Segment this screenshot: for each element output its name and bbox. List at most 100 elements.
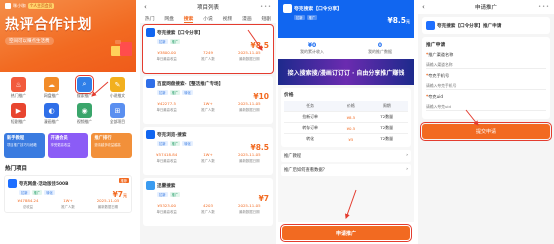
tab-0[interactable]: 热门 (145, 15, 155, 22)
stat: ¥5323.00 单日最高收益 (156, 203, 177, 214)
shortcut-label: 搜索推广 (76, 93, 93, 98)
back-icon[interactable]: ‹ (422, 3, 425, 11)
project-icon (146, 130, 155, 139)
apply-screen: ‹ 申请推广 ••• 夸克搜索【口令分享】推广申请 推广申请 *推广渠道名称 *夸克… (418, 0, 554, 244)
tab-2[interactable]: 搜索 (183, 15, 194, 23)
price-table: 价格 任务 价格 周期 拉新订单 ¥8.5 T2数量 转存订单 ¥0.5 T2数量 转化 ¥5… (281, 88, 411, 147)
more-icon[interactable]: ••• (260, 4, 272, 10)
tag: 转化 (182, 141, 193, 146)
project-item[interactable]: 迅雷搜索 拉新 推广 ¥7 ¥5323.00 单日最高收益 4203 推广人数 2025-11-… (143, 178, 273, 226)
tag: 转化 (44, 190, 55, 195)
hero-subtitle: 空间可以赚点生活费 (5, 37, 54, 45)
logo-icon (5, 3, 11, 9)
price-table-title: 价格 (284, 93, 294, 98)
shortcut-4[interactable]: ▶ 短剧推广 (2, 103, 35, 125)
tag: 拉新 (19, 190, 30, 195)
tag: 拉新 (157, 141, 168, 146)
shortcut-label: 小说推文 (109, 93, 126, 98)
project-icon (283, 4, 292, 13)
feature-card[interactable]: 开通会员 享受更高收益 (47, 133, 89, 158)
more-icon[interactable]: ••• (538, 4, 550, 10)
member-badge[interactable]: 个人主页会员 (27, 3, 55, 9)
faq-row[interactable]: 推广后如何查看数据？ › (281, 164, 411, 176)
shortcut-6[interactable]: ◉ 视频推广 (68, 103, 101, 125)
card-title: 新手教程 (7, 136, 25, 141)
project-list-screen: ‹ 项目列表 ••• 热门 网盘 搜索 小说 视频 漫画 短剧 夸克搜索【口令分享】 拉新 推广 ¥8… (140, 0, 276, 244)
brand-name: 咪小咖 (13, 3, 26, 8)
project-item[interactable]: 夸克浏览-搜索 拉新 推广 转化 ¥8.5 ¥57418.84 单日最高收益 1W+ 推广人数 2… (143, 127, 273, 175)
stat: ¥3800.00 单日最高收益 (156, 50, 177, 61)
my-data[interactable]: 0 我的推广数据 (346, 42, 414, 55)
project-name: 迅雷搜索 (157, 183, 176, 189)
shortcut-3[interactable]: ✎ 小说推文 (101, 77, 134, 99)
my-income: ¥0 我的累计收入 (300, 42, 324, 54)
uid-input[interactable] (426, 102, 546, 111)
project-icon (8, 179, 17, 188)
project-item[interactable]: 百度网盘搜索-【整活推广专场】 拉新 推广 转化 ¥10 ¥42277.5 单日最高收益 1W… (143, 76, 273, 124)
card-subtitle: 邀请越多收益越高 (94, 143, 121, 147)
shortcut-label: 全部项目 (109, 119, 126, 124)
shortcut-icon: ♨ (11, 77, 26, 92)
stat: 7249 推广人数 (201, 50, 215, 61)
card-title: 开通会员 (50, 136, 68, 141)
tag: 拉新 (294, 15, 305, 20)
detail-header: 夸克搜索【口令分享】 拉新 推广 ¥8.5元 (278, 0, 414, 38)
project-price: ¥7 (258, 194, 269, 203)
tag: 推广 (306, 15, 318, 20)
table-row: 拉新订单 ¥8.5 T2数量 (284, 111, 408, 123)
tutorial-row[interactable]: 推广教程 › (281, 150, 411, 162)
tab-1[interactable]: 网盘 (164, 15, 174, 22)
apply-button[interactable]: 申请推广 (280, 224, 412, 242)
stat: 2025-11-05 最新数据日期 (238, 152, 261, 163)
project-price: ¥8.5 (250, 41, 269, 50)
project-price: ¥8.5元 (387, 16, 410, 25)
home-screen: 咪小咖 个人主页会员 热评合作计划 空间可以赚点生活费 ♨ 热门推广 ☁ 网盘推广 ⌕ 搜索… (0, 0, 136, 244)
project-name: 夸克浏览-搜索 (157, 132, 187, 138)
stat-income: ¥47884.24 总收益 (17, 198, 39, 209)
shortcut-0[interactable]: ♨ 热门推广 (2, 77, 35, 99)
channel-name-input[interactable] (426, 60, 546, 69)
tag: 推广 (169, 39, 181, 44)
page-title: 项目列表 (196, 5, 219, 11)
project-item[interactable]: 夸克搜索【口令分享】 拉新 推广 ¥8.5 ¥3800.00 单日最高收益 7249 推广人数… (142, 24, 274, 74)
back-icon[interactable]: ‹ (144, 3, 147, 11)
feature-card[interactable]: 推广排行邀请越多收益越高 (91, 133, 133, 158)
field-label: 夸克uid (428, 94, 444, 99)
project-icon (146, 79, 155, 88)
tag: 拉新 (157, 192, 168, 197)
apply-project-name: 夸克搜索【口令分享】推广申请 (437, 23, 502, 29)
shortcut-2[interactable]: ⌕ 搜索推广 (68, 75, 101, 99)
field-label: 推广渠道名称 (428, 52, 454, 57)
shortcut-1[interactable]: ☁ 网盘推广 (35, 77, 68, 99)
shortcut-5[interactable]: ◐ 漫画推广 (35, 103, 68, 125)
form-title: 推广申请 (426, 43, 446, 48)
shortcut-icon: ☁ (44, 77, 59, 92)
submit-button[interactable]: 提交申请 (420, 122, 552, 141)
recommend-badge: 推荐 (118, 178, 129, 183)
tab-3[interactable]: 小说 (203, 15, 213, 22)
stat: 2025-11-05 最新数据日期 (238, 50, 261, 61)
hero-title: 热评合作计划 (5, 17, 92, 33)
table-row: 转存订单 ¥0.5 T2数量 (284, 122, 408, 134)
project-detail-screen: 夸克搜索【口令分享】 拉新 推广 ¥8.5元 ¥0 我的累计收入 0 我的推广数据 接… (278, 0, 414, 244)
feature-card[interactable]: 新手教程项目推广技巧与秘籍 (4, 133, 45, 158)
chevron-right-icon: › (406, 153, 408, 158)
hot-project-card[interactable]: 夸克网盘-活动版佳500B 拉新 推广 转化 推荐 ¥7元 ¥47884.24 总收益… (4, 175, 132, 213)
tab-6[interactable]: 短剧 (261, 15, 271, 22)
card-subtitle: 项目推广技巧与秘籍 (7, 143, 37, 147)
shortcut-7[interactable]: ⊞ 全部项目 (101, 103, 134, 125)
shortcut-label: 视频推广 (76, 119, 93, 124)
shortcut-icon: ⊞ (110, 103, 125, 118)
tab-5[interactable]: 漫画 (242, 15, 252, 22)
phone-input[interactable] (426, 81, 546, 90)
card-title: 推广排行 (94, 136, 112, 141)
page-title: 申请推广 (474, 5, 497, 11)
stat: 2025-11-05 最新数据日期 (238, 101, 261, 112)
promo-banner[interactable]: 接入搜索搜/漫画订订订 · 自由分享推广赚钱 (278, 59, 414, 85)
tab-4[interactable]: 视频 (223, 15, 233, 22)
project-name: 夸克网盘-活动版佳500B (19, 181, 69, 187)
project-price: ¥8.5 (250, 143, 269, 152)
chevron-right-icon: › (406, 167, 408, 172)
tag: 转化 (182, 90, 193, 95)
apply-form: 推广申请 *推广渠道名称 *夸克手机号 *夸克uid (422, 37, 550, 119)
